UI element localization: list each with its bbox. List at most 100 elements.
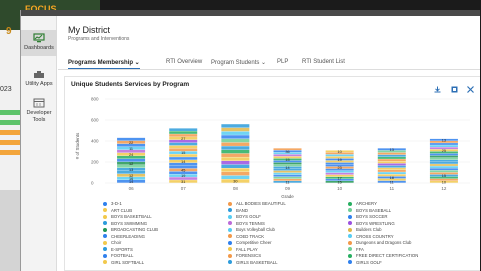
tab-programs-membership[interactable]: Programs Membership ⌄ (68, 59, 140, 69)
bar-data-label: 14 (285, 166, 289, 170)
legend-item[interactable]: ALL BODIES BEAUTIFUL (228, 201, 286, 206)
legend-item[interactable]: Builders Club (348, 227, 382, 232)
tab-program-students[interactable]: Program Students ⌄ (211, 59, 266, 66)
sidebar-item-label: Developer Tools (26, 110, 52, 123)
settings-icon[interactable] (451, 80, 458, 93)
x-tick-label: 12 (441, 186, 447, 191)
download-icon[interactable] (434, 80, 441, 93)
legend-item[interactable]: Competitive Cheer (228, 240, 272, 245)
bar-segment (325, 156, 354, 159)
bar-data-label: 13 (442, 138, 446, 142)
legend-swatch (228, 234, 232, 238)
legend-item[interactable]: BAND (228, 208, 248, 213)
legend-item[interactable]: BOYS GOLF (228, 214, 261, 219)
legend-item[interactable]: CHEERLEADING (103, 234, 145, 239)
legend-item[interactable]: GIRLS GOLF (348, 260, 382, 265)
legend-item[interactable]: Boys Volleyball Club (228, 227, 275, 232)
x-tick-label: 10 (337, 186, 343, 191)
legend-label: FORENSICS (236, 253, 262, 258)
bar-data-label: 11 (129, 147, 133, 151)
sidebar-item-dashboards[interactable]: Dashboards (21, 30, 57, 56)
legend-item[interactable]: BOYS SWIMMING (103, 221, 147, 226)
legend-swatch (103, 214, 107, 219)
legend-item[interactable]: FREE DIRECT CERTIFICATION (348, 253, 418, 258)
legend-label: CROSS COUNTRY (356, 233, 394, 239)
legend-swatch (348, 234, 352, 238)
legend-label: BAND (236, 207, 248, 213)
bar-segment (429, 162, 458, 164)
bar-data-label: 15 (442, 174, 446, 178)
bar-segment (169, 128, 198, 131)
bar-data-label: 10 (338, 150, 342, 154)
x-axis-label: Grade (281, 194, 294, 199)
legend-item[interactable]: BROADCASTING CLUB (103, 227, 158, 232)
legend-item[interactable]: Dungeons and Dragons Club (348, 240, 411, 245)
x-tick-label: 07 (181, 186, 187, 191)
tab-bar: Programs Membership ⌄ RTI Overview Progr… (58, 56, 480, 70)
legend-item[interactable]: CROSS COUNTRY (348, 234, 394, 239)
legend-item[interactable]: ARCHERY (348, 201, 377, 206)
bar-segment (429, 155, 458, 158)
legend-item[interactable]: E-SPORTS (103, 247, 133, 252)
bar-data-label: 12 (129, 174, 133, 178)
bar-segment (429, 166, 458, 168)
dashboard-icon (33, 33, 45, 43)
bar-segment (221, 138, 250, 143)
bar-segment (221, 160, 250, 165)
tab-rti-overview[interactable]: RTI Overview (166, 59, 202, 65)
bar-segment (377, 157, 406, 159)
bar-segment (429, 168, 458, 171)
legend-item[interactable]: FOOTBALL (103, 253, 133, 258)
legend-label: BOYS WRESTLING (356, 220, 395, 226)
bar-data-label: 25 (442, 149, 446, 153)
sidebar-item-developer-tools[interactable]: Developer Tools (21, 96, 57, 126)
tab-rti-student-list[interactable]: RTI Student List (302, 59, 345, 65)
x-tick-label: 09 (285, 186, 291, 191)
legend-item[interactable]: FFA (348, 247, 364, 252)
bar-data-label: 14 (181, 160, 185, 164)
background-number-2: 023 (0, 86, 12, 93)
bar-segment (273, 172, 302, 175)
tab-plp[interactable]: PLP (277, 59, 288, 65)
expand-icon[interactable] (467, 80, 474, 93)
y-tick-label: 200 (91, 160, 99, 165)
bar-segment (221, 171, 250, 176)
sidebar-item-utility-apps[interactable]: Utility Apps (21, 68, 57, 90)
legend-item[interactable]: ART CLUB (103, 208, 132, 213)
legend-label: BOYS TENNIS (236, 220, 265, 226)
legend-item[interactable]: Choir (103, 240, 121, 245)
bar-segment (273, 174, 302, 177)
bar-segment (221, 142, 250, 146)
bar-data-label: 15 (181, 151, 185, 155)
bar-segment (325, 170, 354, 173)
legend-item[interactable]: GIRLS BASKETBALL (228, 260, 278, 265)
legend-item[interactable]: FALL PLAY (228, 247, 258, 252)
legend-item[interactable]: BOYS SOCCER (348, 214, 388, 219)
legend-item[interactable]: BOYS BASKETBALL (103, 214, 152, 219)
legend-item[interactable]: GIRL SOFTBALL (103, 260, 144, 265)
legend-item[interactable]: 3-D-1 (103, 201, 122, 206)
bar-segment (169, 145, 198, 149)
legend-swatch (103, 227, 107, 232)
sidebar-item-label: Dashboards (24, 45, 54, 51)
legend-swatch (348, 260, 352, 264)
legend-swatch (103, 221, 107, 225)
legend-item[interactable]: BOYS TENNIS (228, 221, 265, 226)
legend-label: GIRL SOFTBALL (111, 259, 145, 265)
bar-data-label: 31 (181, 180, 185, 184)
page-subtitle: Programs and Interventions (68, 36, 130, 42)
legend-label: ARCHERY (356, 201, 377, 206)
legend-label: 3-D-1 (111, 201, 122, 206)
bar-data-label: 15 (285, 158, 289, 162)
x-tick-label: 06 (129, 186, 135, 191)
bar-data-label: 13 (129, 168, 133, 172)
legend-label: Boys Volleyball Club (236, 227, 275, 232)
legend-item[interactable]: COED TRACK (228, 234, 264, 239)
legend-swatch (103, 208, 107, 212)
chart-title: Unique Students Services by Program (71, 81, 190, 88)
legend-item[interactable]: BOYS WRESTLING (348, 221, 395, 226)
legend-label: FREE DIRECT CERTIFICATION (356, 253, 419, 258)
legend-item[interactable]: BOYS BASEBALL (348, 208, 391, 213)
legend-item[interactable]: FORENSICS (228, 253, 261, 258)
legend-swatch (228, 208, 232, 212)
